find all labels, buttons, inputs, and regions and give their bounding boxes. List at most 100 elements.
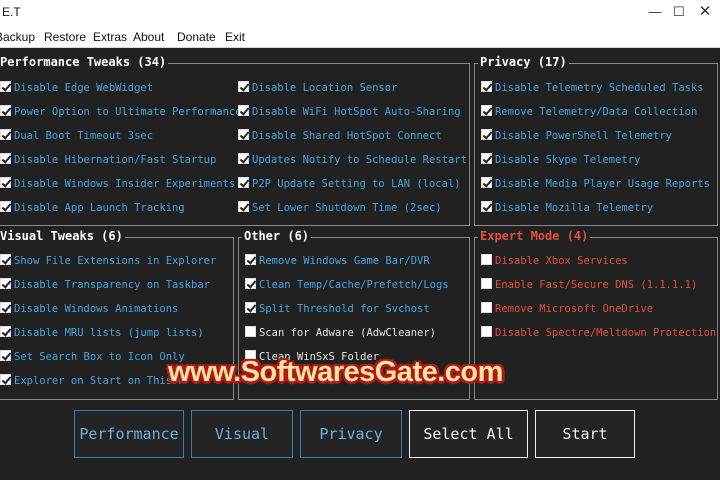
- tweak-checkbox-item[interactable]: Set Lower Shutdown Time (2sec): [238, 200, 442, 216]
- visual-button[interactable]: Visual: [191, 410, 293, 458]
- expert-checkbox-item[interactable]: Enable Fast/Secure DNS (1.1.1.1): [481, 277, 697, 293]
- tweak-checkbox-item[interactable]: Disable WiFi HotSpot Auto-Sharing: [238, 104, 461, 120]
- tweak-label: Disable Edge WebWidget: [14, 82, 154, 94]
- tweak-checkbox-item[interactable]: Disable Edge WebWidget: [0, 80, 153, 96]
- visual-checkbox-item[interactable]: Disable MRU lists (jump lists): [0, 325, 204, 341]
- checkbox[interactable]: [238, 201, 249, 212]
- checkbox[interactable]: [245, 302, 256, 313]
- privacy-checkbox-item[interactable]: Disable Mozilla Telemetry: [481, 200, 653, 216]
- visual-label: Disable MRU lists (jump lists): [14, 327, 204, 339]
- start-button[interactable]: Start: [535, 410, 635, 458]
- select-all-button[interactable]: Select All: [409, 410, 528, 458]
- checkbox[interactable]: [481, 302, 492, 313]
- checkbox[interactable]: [0, 374, 11, 385]
- tweak-label: P2P Update Setting to LAN (local): [252, 178, 461, 190]
- other-label: Remove Windows Game Bar/DVR: [259, 255, 430, 267]
- checkbox[interactable]: [238, 153, 249, 164]
- expert-mode-title: Expert Mode (4): [478, 229, 591, 243]
- menu-bar: Backup Restore Extras About Donate Exit: [0, 26, 720, 48]
- tweak-checkbox-item[interactable]: Updates Notify to Schedule Restart: [238, 152, 467, 168]
- tweak-label: Power Option to Ultimate Performance: [14, 106, 242, 118]
- menu-about[interactable]: About: [133, 30, 164, 44]
- checkbox[interactable]: [245, 326, 256, 337]
- privacy-checkbox-item[interactable]: Disable Telemetry Scheduled Tasks: [481, 80, 704, 96]
- checkbox[interactable]: [0, 153, 11, 164]
- checkbox[interactable]: [0, 105, 11, 116]
- checkbox[interactable]: [481, 129, 492, 140]
- checkbox[interactable]: [481, 278, 492, 289]
- visual-checkbox-item[interactable]: Disable Windows Animations: [0, 301, 178, 317]
- checkbox[interactable]: [481, 201, 492, 212]
- expert-label: Remove Microsoft OneDrive: [495, 303, 654, 315]
- checkbox[interactable]: [245, 278, 256, 289]
- tweak-label: Dual Boot Timeout 3sec: [14, 130, 154, 142]
- menu-extras[interactable]: Extras: [93, 30, 127, 44]
- maximize-button[interactable]: ☐: [668, 2, 690, 22]
- other-checkbox-item[interactable]: Clean Temp/Cache/Prefetch/Logs: [245, 277, 449, 293]
- window-title: E.T: [2, 5, 21, 19]
- privacy-title: Privacy (17): [478, 55, 569, 69]
- visual-checkbox-item[interactable]: Disable Transparency on Taskbar: [0, 277, 210, 293]
- checkbox[interactable]: [245, 254, 256, 265]
- other-label: Scan for Adware (AdwCleaner): [259, 327, 437, 339]
- tweak-checkbox-item[interactable]: Disable Windows Insider Experiments: [0, 176, 235, 192]
- tweak-checkbox-item[interactable]: Dual Boot Timeout 3sec: [0, 128, 153, 144]
- title-bar: E.T — ☐ ✕: [0, 0, 720, 26]
- other-checkbox-item[interactable]: Remove Windows Game Bar/DVR: [245, 253, 430, 269]
- performance-tweaks-title: Performance Tweaks (34): [0, 55, 169, 69]
- visual-checkbox-item[interactable]: Show File Extensions in Explorer: [0, 253, 216, 269]
- visual-checkbox-item[interactable]: Set Search Box to Icon Only: [0, 349, 185, 365]
- checkbox[interactable]: [481, 81, 492, 92]
- checkbox[interactable]: [238, 81, 249, 92]
- checkbox[interactable]: [0, 201, 11, 212]
- tweak-checkbox-item[interactable]: Disable Shared HotSpot Connect: [238, 128, 442, 144]
- privacy-button[interactable]: Privacy: [300, 410, 402, 458]
- checkbox[interactable]: [481, 105, 492, 116]
- minimize-button[interactable]: —: [644, 2, 666, 22]
- other-label: Split Threshold for Svchost: [259, 303, 430, 315]
- tweak-checkbox-item[interactable]: Disable Hibernation/Fast Startup: [0, 152, 216, 168]
- privacy-checkbox-item[interactable]: Disable PowerShell Telemetry: [481, 128, 672, 144]
- expert-checkbox-item[interactable]: Remove Microsoft OneDrive: [481, 301, 653, 317]
- tweak-checkbox-item[interactable]: P2P Update Setting to LAN (local): [238, 176, 461, 192]
- privacy-label: Disable Skype Telemetry: [495, 154, 641, 166]
- other-label: Clean Temp/Cache/Prefetch/Logs: [259, 279, 449, 291]
- checkbox[interactable]: [0, 129, 11, 140]
- visual-checkbox-item[interactable]: Explorer on Start on This P: [0, 373, 185, 389]
- tweak-label: Disable WiFi HotSpot Auto-Sharing: [252, 106, 461, 118]
- checkbox[interactable]: [481, 326, 492, 337]
- checkbox[interactable]: [0, 326, 11, 337]
- tweak-label: Updates Notify to Schedule Restart: [252, 154, 467, 166]
- checkbox[interactable]: [238, 177, 249, 188]
- checkbox[interactable]: [0, 302, 11, 313]
- tweak-label: Set Lower Shutdown Time (2sec): [252, 202, 442, 214]
- performance-button[interactable]: Performance: [74, 410, 184, 458]
- checkbox[interactable]: [238, 105, 249, 116]
- checkbox[interactable]: [0, 81, 11, 92]
- menu-backup[interactable]: Backup: [0, 30, 35, 44]
- tweak-checkbox-item[interactable]: Power Option to Ultimate Performance: [0, 104, 242, 120]
- tweak-label: Disable Hibernation/Fast Startup: [14, 154, 217, 166]
- checkbox[interactable]: [481, 153, 492, 164]
- privacy-checkbox-item[interactable]: Disable Skype Telemetry: [481, 152, 640, 168]
- tweak-label: Disable Windows Insider Experiments: [14, 178, 236, 190]
- other-checkbox-item[interactable]: Split Threshold for Svchost: [245, 301, 430, 317]
- checkbox[interactable]: [238, 129, 249, 140]
- privacy-checkbox-item[interactable]: Disable Media Player Usage Reports: [481, 176, 710, 192]
- tweak-checkbox-item[interactable]: Disable App Launch Tracking: [0, 200, 185, 216]
- menu-restore[interactable]: Restore: [44, 30, 86, 44]
- checkbox[interactable]: [0, 278, 11, 289]
- expert-checkbox-item[interactable]: Disable Xbox Services: [481, 253, 628, 269]
- expert-checkbox-item[interactable]: Disable Spectre/Meltdown Protection: [481, 325, 716, 341]
- checkbox[interactable]: [0, 177, 11, 188]
- checkbox[interactable]: [0, 350, 11, 361]
- checkbox[interactable]: [481, 177, 492, 188]
- tweak-checkbox-item[interactable]: Disable Location Sensor: [238, 80, 397, 96]
- other-checkbox-item[interactable]: Scan for Adware (AdwCleaner): [245, 325, 436, 341]
- checkbox[interactable]: [0, 254, 11, 265]
- checkbox[interactable]: [481, 254, 492, 265]
- close-button[interactable]: ✕: [694, 2, 716, 22]
- privacy-checkbox-item[interactable]: Remove Telemetry/Data Collection: [481, 104, 697, 120]
- menu-exit[interactable]: Exit: [225, 30, 245, 44]
- menu-donate[interactable]: Donate: [177, 30, 216, 44]
